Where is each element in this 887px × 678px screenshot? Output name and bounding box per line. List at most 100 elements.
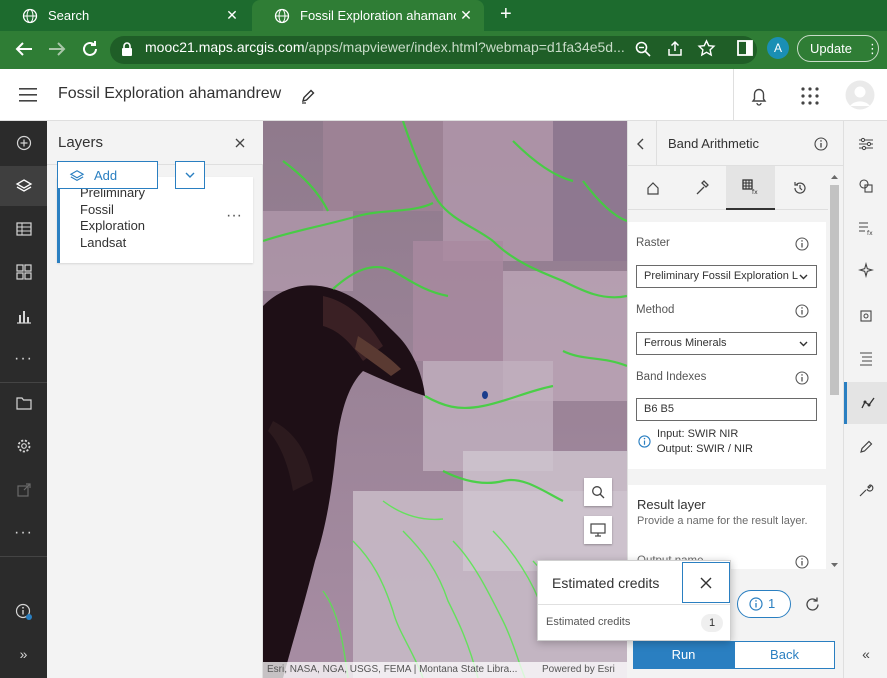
band-indexes-value: B6 B5 [644, 403, 674, 415]
right-tool-sketch[interactable] [844, 426, 887, 468]
info-icon[interactable] [795, 304, 809, 318]
layers-panel: Layers Preliminary Fossil Exploration La… [47, 121, 263, 678]
right-tool-configure[interactable] [844, 469, 887, 511]
close-tab-icon[interactable]: ✕ [222, 7, 242, 24]
close-icon[interactable] [235, 138, 245, 148]
map-attribution: Esri, NASA, NGA, USGS, FEMA | Montana St… [263, 662, 627, 678]
right-tool-properties[interactable] [844, 123, 887, 165]
run-button[interactable]: Run [633, 641, 734, 669]
result-layer-description: Provide a name for the result layer. [637, 515, 808, 527]
toolbar-more-button[interactable]: ··· [0, 339, 47, 379]
tab-tools[interactable] [677, 166, 726, 210]
tab-history[interactable] [775, 166, 824, 210]
toolbar-tables-button[interactable] [0, 209, 47, 249]
forward-arrow-icon[interactable] [45, 38, 69, 60]
band-indexes-input[interactable]: B6 B5 [636, 398, 817, 421]
tab-title: Search [48, 8, 90, 23]
info-icon[interactable] [814, 137, 828, 151]
method-select-value: Ferrous Minerals [644, 337, 727, 349]
bell-icon[interactable] [750, 86, 768, 106]
profile-avatar[interactable]: A [767, 37, 789, 59]
double-chevron-left-icon: « [862, 646, 870, 662]
toolbar-basemap-button[interactable] [0, 252, 47, 292]
right-tool-analysis[interactable] [844, 382, 887, 424]
scroll-down-icon[interactable] [830, 562, 839, 568]
info-icon[interactable] [795, 371, 809, 385]
right-tool-styles[interactable] [844, 165, 887, 207]
sliders-icon [859, 137, 873, 151]
method-select[interactable]: Ferrous Minerals [636, 332, 817, 355]
map-display-button[interactable] [584, 516, 612, 544]
menu-icon[interactable] [19, 88, 37, 102]
popover-title: Estimated credits [552, 575, 660, 591]
input-note: Input: SWIR NIR [657, 428, 739, 440]
toolbar-settings-button[interactable] [0, 426, 47, 466]
wrench-icon [859, 484, 874, 497]
more-horizontal-icon: ··· [14, 524, 33, 541]
basemap-grid-icon [15, 264, 32, 280]
new-tab-button[interactable]: + [500, 3, 512, 26]
add-label: Add [94, 168, 118, 183]
shapes-icon [859, 179, 873, 193]
back-arrow-icon[interactable] [12, 38, 36, 60]
add-layer-button[interactable]: Add [57, 161, 158, 189]
list-function-icon: fx [859, 222, 873, 236]
toolbar-open-button[interactable] [0, 383, 47, 423]
share-icon[interactable] [666, 40, 684, 58]
lock-icon[interactable] [120, 41, 134, 57]
tab-raster-function[interactable]: fx [726, 166, 775, 210]
close-icon [700, 577, 712, 588]
close-tab-icon[interactable]: ✕ [456, 7, 476, 24]
right-tool-raster-functions[interactable]: fx [844, 207, 887, 249]
chevron-down-icon [185, 172, 195, 178]
zoom-icon[interactable] [634, 40, 652, 58]
folder-icon [15, 397, 32, 410]
url-text[interactable]: mooc21.maps.arcgis.com/apps/mapviewer/in… [145, 39, 625, 55]
tab-search[interactable]: Search ✕ [0, 0, 250, 31]
toolbar-more-button-2[interactable]: ··· [0, 513, 47, 553]
star-icon[interactable] [697, 39, 716, 58]
double-chevron-right-icon: » [19, 646, 28, 662]
tab-home[interactable] [628, 166, 677, 210]
right-toolbar: fx « [843, 121, 887, 678]
raster-select[interactable]: Preliminary Fossil Exploration L [636, 265, 817, 288]
info-icon[interactable] [795, 237, 809, 251]
scroll-up-icon[interactable] [830, 174, 839, 180]
update-button[interactable]: Update ⋮ [797, 35, 879, 62]
layer-options-icon[interactable]: ··· [226, 207, 242, 225]
more-vert-icon: ⋮ [866, 41, 879, 56]
edit-pencil-icon[interactable] [300, 88, 316, 104]
powered-by-esri[interactable]: Powered by Esri [542, 662, 615, 678]
toolbar-expand-button[interactable]: » [0, 634, 47, 674]
chevron-left-icon[interactable] [637, 138, 645, 150]
toolbar-share-button[interactable] [0, 470, 47, 510]
toolbar-add-button[interactable] [0, 123, 47, 163]
add-dropdown-button[interactable] [175, 161, 205, 189]
reload-icon[interactable] [78, 38, 102, 60]
right-toolbar-collapse[interactable]: « [844, 633, 887, 675]
spacer [628, 210, 828, 222]
side-panel-icon[interactable] [737, 40, 753, 56]
chip-icon [860, 310, 872, 322]
back-button[interactable]: Back [734, 641, 835, 669]
toolbar-info-button[interactable] [0, 592, 47, 632]
refresh-icon[interactable] [804, 596, 821, 613]
right-tool-effects[interactable] [844, 249, 887, 291]
toolbar-charts-button[interactable] [0, 296, 47, 336]
map-search-button[interactable] [584, 478, 612, 506]
popover-close-button[interactable] [682, 562, 730, 603]
right-tool-legend[interactable] [844, 338, 887, 380]
layer-list-item[interactable]: Preliminary Fossil Exploration Landsat ·… [57, 177, 253, 263]
apps-grid-icon[interactable] [800, 86, 820, 106]
home-icon [646, 182, 659, 195]
info-icon[interactable] [795, 555, 809, 569]
right-tool-processing[interactable] [844, 295, 887, 337]
globe-icon [274, 8, 290, 23]
layer-name: Preliminary Fossil Exploration Landsat [80, 185, 146, 250]
toolbar-layers-button[interactable] [0, 166, 47, 206]
credits-button[interactable]: 1 [737, 590, 791, 618]
tab-fossil-exploration[interactable]: Fossil Exploration ahamandrew ✕ [252, 0, 484, 31]
scrollbar-thumb[interactable] [830, 185, 839, 395]
layers-panel-header: Layers [47, 121, 263, 165]
user-avatar-icon[interactable] [845, 80, 875, 110]
